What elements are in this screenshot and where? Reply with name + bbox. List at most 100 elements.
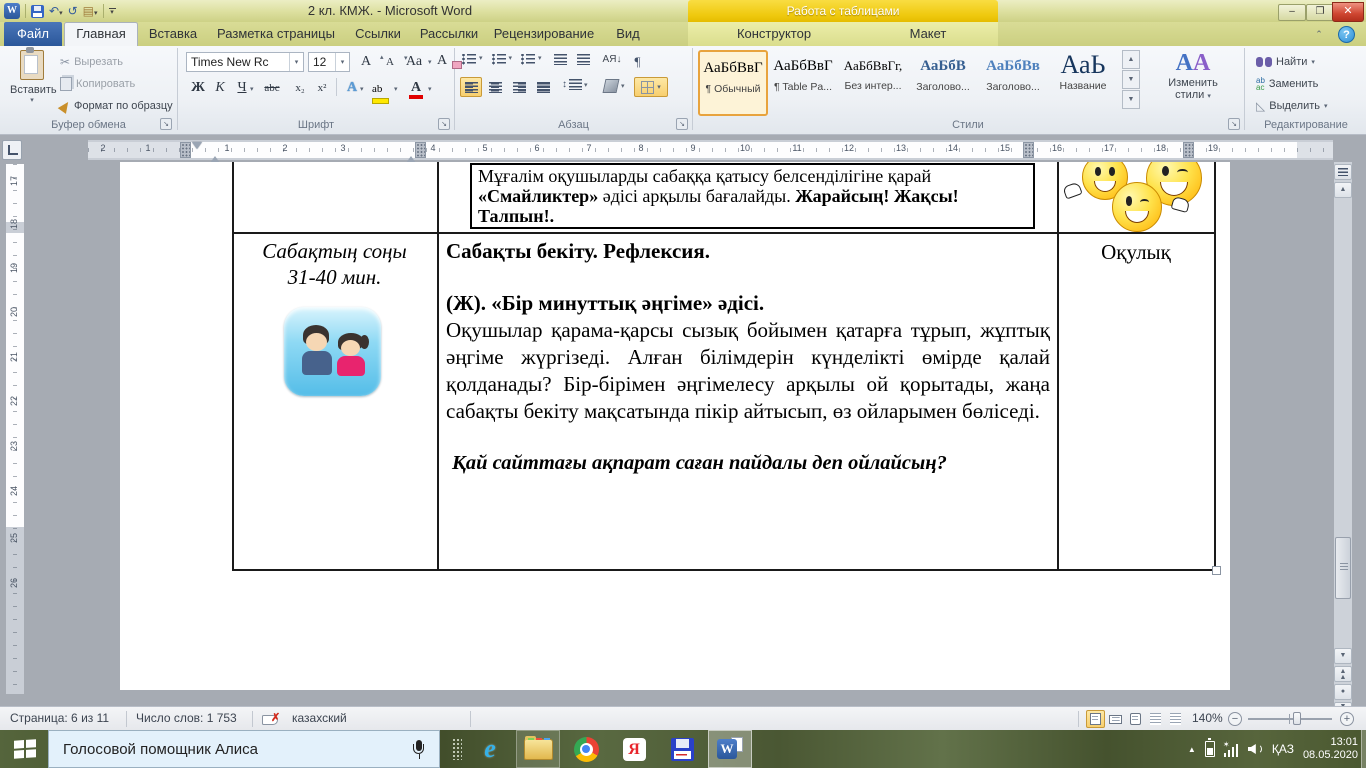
word-app-icon[interactable]: W (4, 3, 20, 19)
horizontal-ruler[interactable]: 2112345678910111213141516171819 (88, 140, 1333, 160)
format-painter-button[interactable]: Формат по образцу (60, 96, 173, 116)
bold-button[interactable]: Ж (188, 78, 208, 98)
clipboard-dialog-launcher[interactable]: ↘ (160, 118, 172, 130)
restore-button[interactable]: ❐ (1306, 4, 1334, 21)
print-layout-view-button[interactable] (1086, 710, 1105, 728)
clock[interactable]: 13:01 08.05.2020 (1303, 736, 1358, 762)
font-color-button[interactable]: А (406, 78, 426, 99)
tab-table-design[interactable]: Конструктор (692, 22, 856, 46)
font-color-chevron-icon[interactable]: ▾ (428, 85, 432, 93)
tab-mailings[interactable]: Рассылки (414, 22, 484, 46)
table-resize-handle[interactable] (1212, 566, 1221, 575)
style-no-spacing[interactable]: АаБбВвГг, Без интер... (840, 50, 906, 112)
text-effects-chevron-icon[interactable]: ▾ (360, 85, 364, 93)
font-dialog-launcher[interactable]: ↘ (438, 118, 450, 130)
scrollbar-thumb[interactable] (1335, 537, 1351, 599)
underline-chevron-icon[interactable]: ▾ (250, 85, 254, 93)
table-column-marker[interactable] (180, 142, 191, 158)
close-button[interactable]: ✕ (1332, 2, 1364, 22)
previous-page-button[interactable]: ▲▲ (1334, 666, 1352, 682)
word-taskbar-button[interactable]: W (708, 730, 752, 768)
style-title[interactable]: АаЬ Название (1050, 50, 1116, 112)
file-explorer-button[interactable] (516, 730, 560, 768)
tray-expand-icon[interactable]: ▲ (1188, 745, 1196, 754)
font-name-combo[interactable]: Times New Rc ▾ (186, 52, 304, 72)
borders-button[interactable]: ▾ (634, 77, 668, 97)
draft-view-button[interactable] (1166, 710, 1185, 728)
align-right-button[interactable] (508, 77, 530, 97)
show-desktop-button[interactable] (1361, 730, 1366, 768)
scroll-down-arrow[interactable]: ▼ (1334, 648, 1352, 664)
font-size-combo[interactable]: 12 ▾ (308, 52, 350, 72)
bullet-list-icon[interactable] (462, 54, 476, 65)
tab-file[interactable]: Файл (4, 22, 62, 46)
decrease-indent-icon[interactable] (554, 54, 567, 65)
increase-indent-icon[interactable] (577, 54, 590, 65)
subscript-button[interactable]: x₂ (290, 78, 310, 98)
collapse-ribbon-icon[interactable]: ⌃ (1312, 28, 1326, 40)
tab-page-layout[interactable]: Разметка страницы (210, 22, 342, 46)
web-layout-view-button[interactable] (1126, 710, 1145, 728)
first-line-indent-marker[interactable] (192, 142, 202, 149)
highlight-button[interactable]: ab (372, 79, 389, 104)
style-heading2[interactable]: АаБбВв Заголово... (980, 50, 1046, 112)
strikethrough-button[interactable]: abc (262, 78, 282, 98)
zoom-slider-track[interactable] (1248, 718, 1332, 720)
paragraph-dialog-launcher[interactable]: ↘ (676, 118, 688, 130)
minimize-button[interactable]: – (1278, 4, 1306, 21)
zoom-in-button[interactable]: + (1340, 712, 1354, 726)
word-count[interactable]: Число слов: 1 753 (136, 711, 237, 725)
save-utility-button[interactable] (660, 730, 704, 768)
keyboard-language[interactable]: ҚАЗ (1272, 742, 1294, 756)
tab-review[interactable]: Рецензирование (488, 22, 600, 46)
redo-icon[interactable]: ↺ (68, 2, 78, 20)
assessment-text-box[interactable]: Мұғалім оқушыларды сабаққа қатысу белсен… (470, 163, 1035, 229)
paste-button[interactable]: Вставить ▾ (10, 50, 54, 104)
start-button[interactable] (0, 730, 48, 768)
volume-icon[interactable] (1248, 742, 1263, 756)
vertical-ruler[interactable]: 17181920212223242526 (6, 164, 24, 694)
zoom-out-button[interactable]: − (1228, 712, 1242, 726)
style-normal[interactable]: АаБбВвГ ¶ Обычный (698, 50, 768, 116)
pilcrow-icon[interactable]: ¶ (634, 54, 640, 70)
align-center-button[interactable] (484, 77, 506, 97)
taskbar-search-box[interactable]: Голосовой помощник Алиса (48, 730, 440, 768)
scroll-up-arrow[interactable]: ▲ (1334, 182, 1352, 198)
tab-home[interactable]: Главная (64, 22, 138, 47)
multilevel-list-icon[interactable] (521, 54, 535, 65)
underline-button[interactable]: Ч (232, 78, 252, 98)
vertical-scrollbar[interactable]: ▲ ▼ ▲▲ ● ▼▼ (1334, 162, 1352, 706)
zoom-level[interactable]: 140% (1192, 711, 1223, 725)
numbered-list-icon[interactable] (492, 54, 506, 65)
table-column-marker[interactable] (1023, 142, 1034, 158)
tab-table-layout[interactable]: Макет (860, 22, 996, 46)
network-signal-icon[interactable]: ✶ (1224, 742, 1239, 757)
paste-special-icon[interactable]: ▤▾ (83, 2, 98, 20)
cut-button[interactable]: ✂ Вырезать (60, 52, 123, 72)
clear-formatting-button[interactable]: А (432, 51, 462, 71)
fullscreen-reading-view-button[interactable] (1106, 710, 1125, 728)
battery-icon[interactable] (1205, 741, 1215, 757)
customize-qat-icon[interactable]: ▾ (109, 8, 116, 15)
select-browse-object-button[interactable]: ● (1334, 684, 1352, 700)
pair-work-image[interactable] (284, 307, 381, 396)
italic-button[interactable]: К (210, 78, 230, 98)
outline-view-button[interactable] (1146, 710, 1165, 728)
line-spacing-button[interactable]: ↕ ▾ (562, 79, 588, 90)
microphone-icon[interactable] (413, 740, 425, 760)
page-indicator[interactable]: Страница: 6 из 11 (10, 711, 109, 725)
help-icon[interactable]: ? (1338, 26, 1355, 43)
internet-explorer-button[interactable]: e (468, 730, 512, 768)
style-heading1[interactable]: АаБбВ Заголово... (910, 50, 976, 112)
winking-smiley-image[interactable] (1112, 182, 1162, 232)
zoom-slider-thumb[interactable] (1293, 712, 1301, 725)
chrome-button[interactable] (564, 730, 608, 768)
language-indicator[interactable]: казахский (292, 711, 347, 725)
spellcheck-icon[interactable]: ✗ (262, 713, 280, 726)
select-button[interactable]: ◺ Выделить ▾ (1256, 96, 1328, 116)
style-table-paragraph[interactable]: АаБбВвГ ¶ Table Pa... (770, 50, 836, 112)
change-styles-button[interactable]: АА Изменить стили ▾ (1146, 50, 1240, 101)
align-justify-button[interactable] (532, 77, 554, 97)
superscript-button[interactable]: x² (312, 78, 332, 98)
tab-selector-button[interactable] (2, 140, 22, 160)
